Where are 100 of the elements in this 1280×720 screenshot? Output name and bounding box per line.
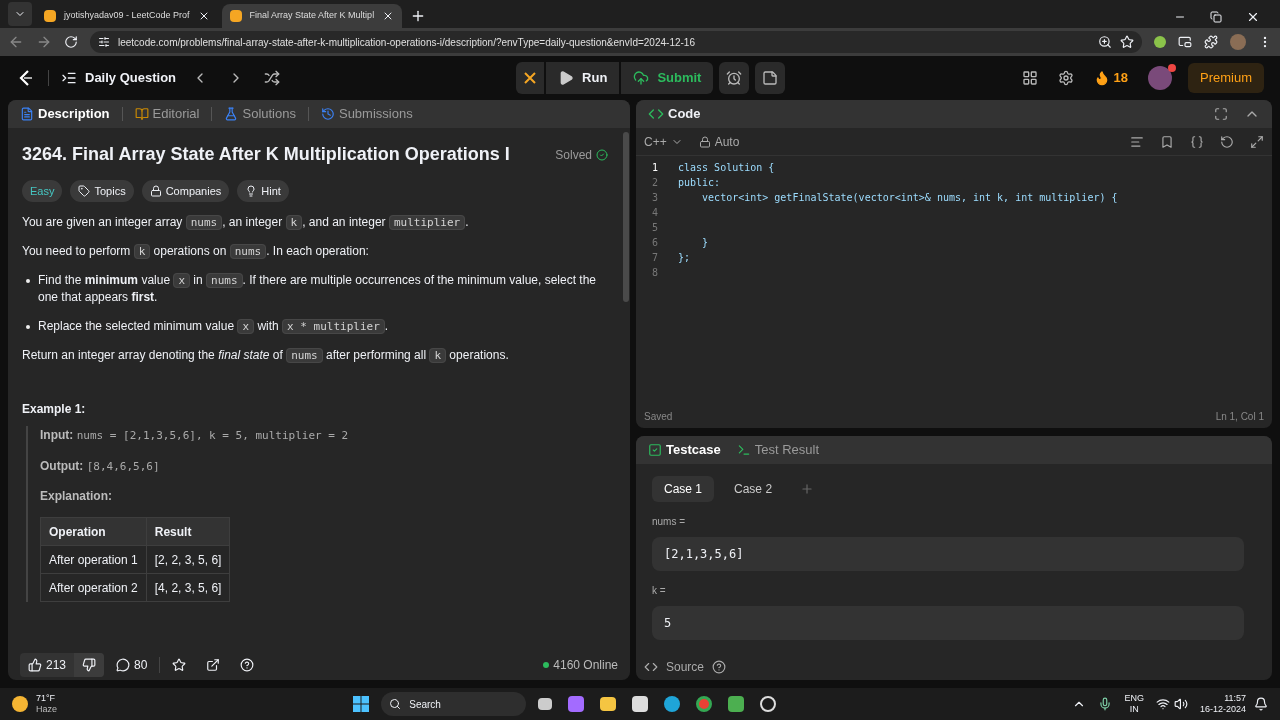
input-label: nums = bbox=[652, 515, 687, 529]
clock-time[interactable]: 11:57 bbox=[1199, 693, 1246, 704]
taskbar-search[interactable]: Search bbox=[381, 692, 527, 716]
picture-in-picture-icon[interactable] bbox=[1178, 35, 1192, 49]
panel-tab[interactable]: Solutions bbox=[224, 104, 296, 124]
line-number: 8 bbox=[650, 266, 659, 280]
panel-tab[interactable]: Description bbox=[20, 104, 110, 124]
submit-button[interactable]: Submit bbox=[621, 62, 714, 94]
bullet-icon bbox=[26, 279, 30, 283]
code-line: } bbox=[701, 236, 709, 250]
tab-list-button[interactable] bbox=[8, 2, 32, 26]
code-line: class Solution { bbox=[677, 161, 775, 175]
settings-icon[interactable] bbox=[1057, 70, 1074, 86]
share-icon[interactable] bbox=[206, 658, 221, 672]
back-icon[interactable] bbox=[8, 34, 24, 50]
streak-counter[interactable]: 18 bbox=[1093, 68, 1128, 88]
format-icon[interactable] bbox=[1130, 134, 1144, 149]
reset-icon[interactable] bbox=[1220, 134, 1234, 149]
table-cell: After operation 1 bbox=[40, 545, 147, 574]
close-icon[interactable] bbox=[1246, 10, 1260, 24]
restore-icon[interactable] bbox=[1210, 11, 1222, 23]
browser-tab[interactable]: jyotishyadav09 - LeetCode Prof bbox=[36, 4, 218, 28]
folder-icon[interactable] bbox=[600, 697, 617, 711]
panel-tab[interactable]: Testcase bbox=[648, 440, 721, 460]
browser-tab[interactable]: Final Array State After K Multipl bbox=[221, 4, 403, 28]
braces-icon[interactable] bbox=[1190, 134, 1204, 149]
alarm-clock-icon bbox=[726, 70, 743, 86]
tab-title: Final Array State After K Multipl bbox=[249, 9, 375, 23]
problem-title: 3264. Final Array State After K Multiplication Operations I bbox=[22, 143, 511, 166]
expand-icon[interactable] bbox=[1250, 134, 1264, 149]
help-icon[interactable] bbox=[712, 660, 727, 674]
puzzle-icon[interactable] bbox=[1204, 35, 1218, 49]
bookmark-icon[interactable] bbox=[1160, 134, 1174, 149]
case-tab[interactable]: Case 1 bbox=[652, 476, 715, 502]
forward-icon[interactable] bbox=[36, 34, 52, 50]
clock-date[interactable]: 16-12-2024 bbox=[1199, 704, 1246, 715]
case-tab[interactable]: Case 2 bbox=[722, 476, 785, 502]
weather-icon[interactable] bbox=[12, 696, 28, 712]
cursor-position: Ln 1, Col 1 bbox=[1215, 409, 1264, 424]
grid-icon[interactable] bbox=[1021, 70, 1038, 86]
check-circle-icon bbox=[596, 149, 608, 161]
zoom-icon[interactable] bbox=[1098, 35, 1112, 49]
bullet-icon bbox=[26, 325, 30, 329]
tag-icon bbox=[78, 185, 91, 197]
app-icon[interactable] bbox=[760, 696, 777, 712]
tag-chip[interactable]: Hint bbox=[237, 180, 289, 202]
timer-button[interactable] bbox=[719, 62, 750, 94]
input-field[interactable]: [2,1,3,5,6] bbox=[652, 537, 1244, 571]
site-settings-icon[interactable] bbox=[98, 36, 110, 48]
avatar[interactable] bbox=[1148, 66, 1172, 90]
tab-title: jyotishyadav09 - LeetCode Prof bbox=[64, 9, 190, 23]
panel-tab[interactable]: Submissions bbox=[320, 104, 413, 124]
list-icon[interactable] bbox=[61, 70, 77, 86]
favicon-icon bbox=[229, 10, 242, 22]
start-icon[interactable] bbox=[353, 696, 370, 712]
bug-icon bbox=[522, 70, 539, 86]
document-icon bbox=[20, 107, 34, 121]
comments-button[interactable]: 80 bbox=[116, 656, 148, 674]
panel-title: Code bbox=[668, 105, 701, 124]
wifi-icon[interactable] bbox=[1155, 697, 1170, 711]
dislike-button[interactable] bbox=[74, 653, 105, 677]
notification-icon[interactable] bbox=[1254, 697, 1268, 711]
line-number: 7 bbox=[650, 251, 659, 265]
thumbs-up-icon bbox=[28, 658, 42, 672]
line-number: 5 bbox=[650, 221, 659, 235]
favorite-icon[interactable] bbox=[172, 658, 187, 672]
save-status: Saved bbox=[644, 409, 673, 424]
debug-button[interactable] bbox=[516, 62, 545, 94]
app-icon[interactable] bbox=[728, 696, 745, 712]
shuffle-icon[interactable] bbox=[264, 70, 281, 86]
tag-chip[interactable]: Topics bbox=[70, 180, 134, 202]
address-bar[interactable]: leetcode.com/problems/final-array-state-after-k-multiplication-operations-i/description/?envType=daily-question&envId=2024-12-16 bbox=[90, 31, 1142, 53]
example-input-text: Input: nums = [2,1,3,5,6], k = 5, multiplier = 2 bbox=[40, 427, 350, 444]
premium-button[interactable]: Premium bbox=[1188, 63, 1264, 93]
code-line: vector<int> getFinalState(vector<int>& nums, int k, int multiplier) { bbox=[701, 191, 1118, 205]
volume-icon[interactable] bbox=[1173, 697, 1188, 711]
input-label: k = bbox=[652, 584, 667, 598]
thumbs-down-icon bbox=[82, 658, 97, 672]
input-region[interactable]: IN bbox=[1124, 704, 1144, 715]
input-language[interactable]: ENG bbox=[1124, 693, 1144, 704]
panel-tab[interactable]: Editorial bbox=[134, 104, 200, 124]
run-button[interactable]: Run bbox=[546, 62, 620, 94]
language-dropdown[interactable]: C++ bbox=[644, 132, 683, 151]
source-link[interactable]: Source bbox=[666, 658, 705, 676]
chrome-icon[interactable] bbox=[696, 696, 713, 712]
panel-tab[interactable]: Test Result bbox=[736, 440, 819, 460]
mode-label: Auto bbox=[714, 133, 740, 151]
line-number: 1 bbox=[650, 161, 659, 175]
microphone-icon[interactable] bbox=[1098, 697, 1113, 711]
problem-list-title[interactable]: Daily Question bbox=[85, 68, 177, 88]
fullscreen-icon[interactable] bbox=[1214, 107, 1228, 121]
input-field[interactable]: 5 bbox=[652, 606, 1244, 640]
cloud-upload-icon bbox=[633, 70, 650, 86]
bookmark-star-icon[interactable] bbox=[1120, 35, 1134, 49]
reload-icon[interactable] bbox=[64, 35, 78, 49]
scrollbar-thumb[interactable] bbox=[623, 132, 629, 302]
paragraph: You need to perform k operations on nums . In each operation: bbox=[22, 243, 370, 260]
play-icon bbox=[558, 70, 575, 86]
tag-chip[interactable]: Companies bbox=[141, 180, 230, 202]
notes-button[interactable] bbox=[755, 62, 786, 94]
